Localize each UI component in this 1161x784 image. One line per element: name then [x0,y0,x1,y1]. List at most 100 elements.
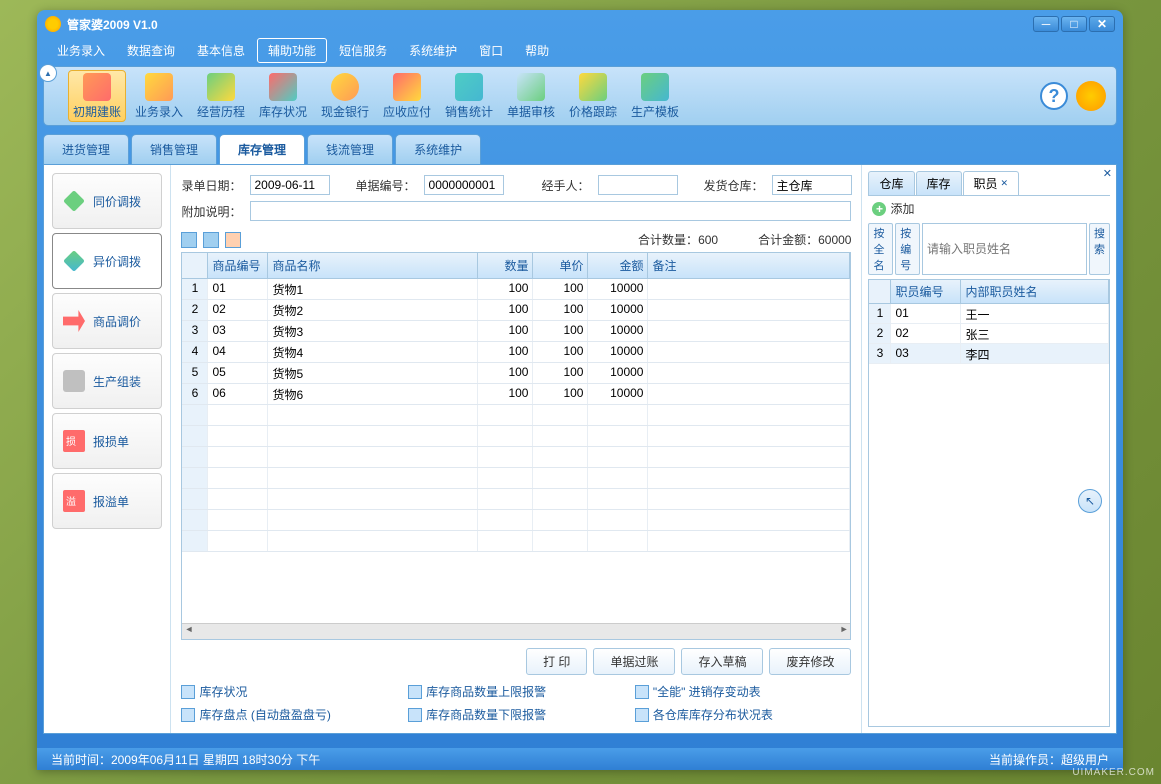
tool-8[interactable]: 价格跟踪 [564,70,622,122]
table-row[interactable] [182,510,850,531]
date-label: 录单日期： [181,177,241,194]
col-amt[interactable]: 金额 [588,253,648,278]
handler-label: 经手人： [530,177,590,194]
col-qty[interactable]: 数量 [478,253,533,278]
col-staff-name[interactable]: 内部职员姓名 [961,280,1109,303]
main-tab-0[interactable]: 进货管理 [43,134,129,164]
sidebar-icon [63,310,85,332]
main-tab-3[interactable]: 钱流管理 [307,134,393,164]
table-row[interactable] [182,447,850,468]
col-price[interactable]: 单价 [533,253,588,278]
horizontal-scrollbar[interactable] [182,623,850,639]
tool-9[interactable]: 生产模板 [626,70,684,122]
col-name[interactable]: 商品名称 [268,253,478,278]
table-row[interactable] [182,468,850,489]
status-time: 当前时间：2009年06月11日 星期四 18时30分 下午 [51,751,320,768]
post-button[interactable]: 单据过账 [593,648,675,675]
grid-body[interactable]: 101货物110010010000202货物210010010000303货物3… [182,279,850,623]
menu-item-2[interactable]: 基本信息 [187,39,255,62]
staff-grid: 职员编号 内部职员姓名 101王一202张三303李四 [868,279,1110,727]
quick-link-0[interactable]: 库存状况 [181,683,398,700]
note-input[interactable] [250,201,852,221]
sidebar-item-0[interactable]: 同价调拨 [52,173,162,229]
rp-tab-0[interactable]: 仓库 [868,171,914,195]
docno-input[interactable] [424,175,504,195]
close-button[interactable]: ✕ [1089,16,1115,32]
tool-icon-1[interactable] [181,232,197,248]
tool-1[interactable]: 业务录入 [130,70,188,122]
menu-item-0[interactable]: 业务录入 [47,39,115,62]
tool-icon-3[interactable] [225,232,241,248]
tool-0[interactable]: 初期建账 [68,70,126,122]
search-input[interactable] [922,223,1087,275]
tool-icon [517,73,545,101]
tool-icon [145,73,173,101]
quick-link-2[interactable]: "全能" 进销存变动表 [635,683,852,700]
table-row[interactable]: 101货物110010010000 [182,279,850,300]
tool-3[interactable]: 库存状况 [254,70,312,122]
quick-link-3[interactable]: 库存盘点 (自动盘盈盘亏) [181,706,398,723]
menu-item-5[interactable]: 系统维护 [399,39,467,62]
main-tab-2[interactable]: 库存管理 [219,134,305,164]
table-row[interactable]: 404货物410010010000 [182,342,850,363]
menu-item-6[interactable]: 窗口 [469,39,513,62]
table-row[interactable] [182,426,850,447]
menu-item-4[interactable]: 短信服务 [329,39,397,62]
sidebar-item-3[interactable]: 生产组装 [52,353,162,409]
col-code[interactable]: 商品编号 [208,253,268,278]
rp-tab-2[interactable]: 职员✕ [963,171,1020,195]
tool-icon [455,73,483,101]
panel-close-icon[interactable]: ✕ [1103,167,1112,180]
table-row[interactable]: 303货物310010010000 [182,321,850,342]
table-row[interactable] [182,531,850,552]
minimize-button[interactable]: ─ [1033,16,1059,32]
quick-link-1[interactable]: 库存商品数量上限报警 [408,683,625,700]
by-code-button[interactable]: 按编号 [895,223,920,275]
table-row[interactable] [182,405,850,426]
help-icon[interactable]: ? [1040,82,1068,110]
table-row[interactable]: 606货物610010010000 [182,384,850,405]
warehouse-input[interactable] [772,175,852,195]
main-tab-4[interactable]: 系统维护 [395,134,481,164]
col-note[interactable]: 备注 [648,253,850,278]
quick-link-5[interactable]: 各仓库库存分布状况表 [635,706,852,723]
tool-icon-2[interactable] [203,232,219,248]
tool-7[interactable]: 单据审核 [502,70,560,122]
sidebar-item-2[interactable]: 商品调价 [52,293,162,349]
sidebar-item-1[interactable]: 异价调拨 [52,233,162,289]
quick-links: 库存状况库存商品数量上限报警 "全能" 进销存变动表库存盘点 (自动盘盈盘亏) 库存… [181,683,851,723]
staff-row[interactable]: 202张三 [869,324,1109,344]
collapse-toolbar-button[interactable]: ▲ [39,64,57,82]
tab-close-icon[interactable]: ✕ [1001,178,1009,189]
draft-button[interactable]: 存入草稿 [681,648,763,675]
sidebar-item-4[interactable]: 报损单 [52,413,162,469]
table-row[interactable]: 202货物210010010000 [182,300,850,321]
by-fullname-button[interactable]: 按全名 [868,223,893,275]
quick-link-4[interactable]: 库存商品数量下限报警 [408,706,625,723]
scroll-up-button[interactable]: ↖ [1078,489,1102,513]
rp-tab-1[interactable]: 库存 [916,171,962,195]
table-row[interactable] [182,489,850,510]
main-tab-1[interactable]: 销售管理 [131,134,217,164]
staff-row[interactable]: 101王一 [869,304,1109,324]
tool-6[interactable]: 销售统计 [440,70,498,122]
col-staff-code[interactable]: 职员编号 [891,280,961,303]
date-input[interactable] [250,175,330,195]
menu-item-1[interactable]: 数据查询 [117,39,185,62]
add-button[interactable]: + 添加 [868,196,1110,221]
handler-input[interactable] [598,175,678,195]
menu-item-7[interactable]: 帮助 [515,39,559,62]
staff-grid-body[interactable]: 101王一202张三303李四 [869,304,1109,726]
maximize-button[interactable]: □ [1061,16,1087,32]
staff-row[interactable]: 303李四 [869,344,1109,364]
tool-5[interactable]: 应收应付 [378,70,436,122]
tool-2[interactable]: 经营历程 [192,70,250,122]
discard-button[interactable]: 废弃修改 [769,648,851,675]
tool-4[interactable]: 现金银行 [316,70,374,122]
table-row[interactable]: 505货物510010010000 [182,363,850,384]
print-button[interactable]: 打 印 [526,648,587,675]
titlebar[interactable]: 管家婆2009 V1.0 ─ □ ✕ [37,10,1123,38]
sidebar-item-5[interactable]: 报溢单 [52,473,162,529]
search-button[interactable]: 搜索 [1089,223,1110,275]
menu-item-3[interactable]: 辅助功能 [257,38,327,63]
